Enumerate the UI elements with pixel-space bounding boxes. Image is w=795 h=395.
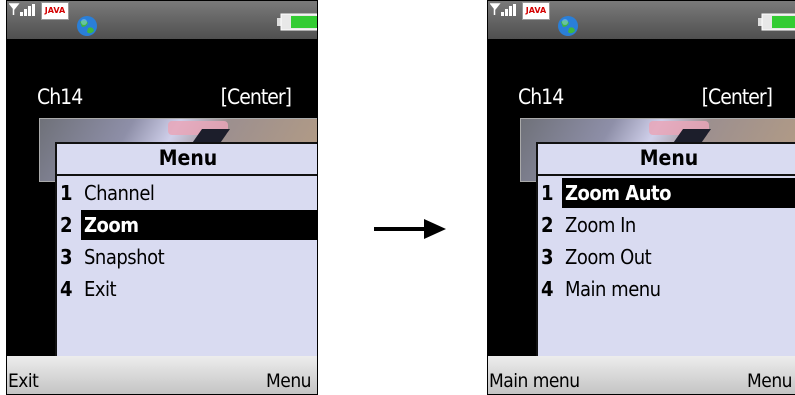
right-softkey[interactable]: Menu — [266, 370, 311, 392]
phone-screen-after: JAVA Ch14 [Center] Menu 1 Zoom Auto 2 Zo… — [487, 0, 795, 395]
menu-item-label: Channel — [84, 181, 155, 205]
menu-title: Menu — [158, 146, 218, 170]
menu-item-exit[interactable]: 4 Exit — [57, 274, 317, 304]
status-bar: JAVA — [7, 1, 317, 39]
menu-item-number: 4 — [541, 277, 554, 301]
channel-label: Ch14 — [37, 85, 83, 109]
menu-item-number: 1 — [538, 178, 562, 208]
menu-item-number: 2 — [57, 210, 81, 240]
camera-position-label: [Center] — [220, 85, 292, 109]
menu-item-label: Zoom In — [565, 213, 636, 237]
signal-icon — [490, 3, 516, 16]
softkey-bar: Exit Menu — [7, 356, 317, 394]
popup-menu: Menu 1 Channel 2 Zoom 3 Snapshot 4 Exit — [55, 142, 317, 358]
menu-item-zoom-out[interactable]: 3 Zoom Out — [538, 242, 795, 272]
battery-icon — [277, 13, 317, 31]
menu-title: Menu — [639, 146, 699, 170]
channel-label: Ch14 — [518, 85, 564, 109]
menu-item-main-menu[interactable]: 4 Main menu — [538, 274, 795, 304]
menu-item-zoom[interactable]: 2 Zoom — [57, 210, 317, 240]
java-icon: JAVA — [41, 2, 69, 20]
status-bar: JAVA — [488, 1, 795, 39]
menu-item-number: 3 — [541, 245, 554, 269]
signal-icon — [9, 3, 35, 16]
softkey-bar: Main menu Menu — [488, 356, 795, 394]
right-softkey[interactable]: Menu — [747, 370, 792, 392]
phone-screen-before: JAVA Ch14 [Center] Menu 1 Channel 2 Zoom… — [6, 0, 318, 395]
globe-icon — [558, 16, 578, 36]
menu-item-number: 4 — [60, 277, 73, 301]
menu-item-snapshot[interactable]: 3 Snapshot — [57, 242, 317, 272]
menu-item-channel[interactable]: 1 Channel — [57, 178, 317, 208]
menu-item-label: Zoom — [84, 213, 139, 237]
battery-icon — [758, 13, 795, 31]
popup-menu: Menu 1 Zoom Auto 2 Zoom In 3 Zoom Out 4 … — [536, 142, 795, 358]
menu-item-zoom-auto[interactable]: 1 Zoom Auto — [538, 178, 795, 208]
camera-position-label: [Center] — [701, 85, 773, 109]
menu-item-label: Snapshot — [84, 245, 165, 269]
menu-divider — [538, 174, 795, 176]
menu-item-number: 2 — [541, 213, 554, 237]
menu-item-number: 1 — [60, 181, 73, 205]
left-softkey[interactable]: Main menu — [489, 370, 580, 392]
menu-item-label: Exit — [84, 277, 117, 301]
menu-item-label: Zoom Out — [565, 245, 652, 269]
globe-icon — [77, 16, 97, 36]
menu-item-label: Main menu — [565, 277, 661, 301]
arrow-right-icon — [374, 219, 446, 239]
java-icon: JAVA — [522, 2, 550, 20]
menu-item-label: Zoom Auto — [565, 181, 672, 205]
left-softkey[interactable]: Exit — [8, 370, 39, 392]
menu-item-zoom-in[interactable]: 2 Zoom In — [538, 210, 795, 240]
menu-divider — [57, 174, 317, 176]
menu-item-number: 3 — [60, 245, 73, 269]
